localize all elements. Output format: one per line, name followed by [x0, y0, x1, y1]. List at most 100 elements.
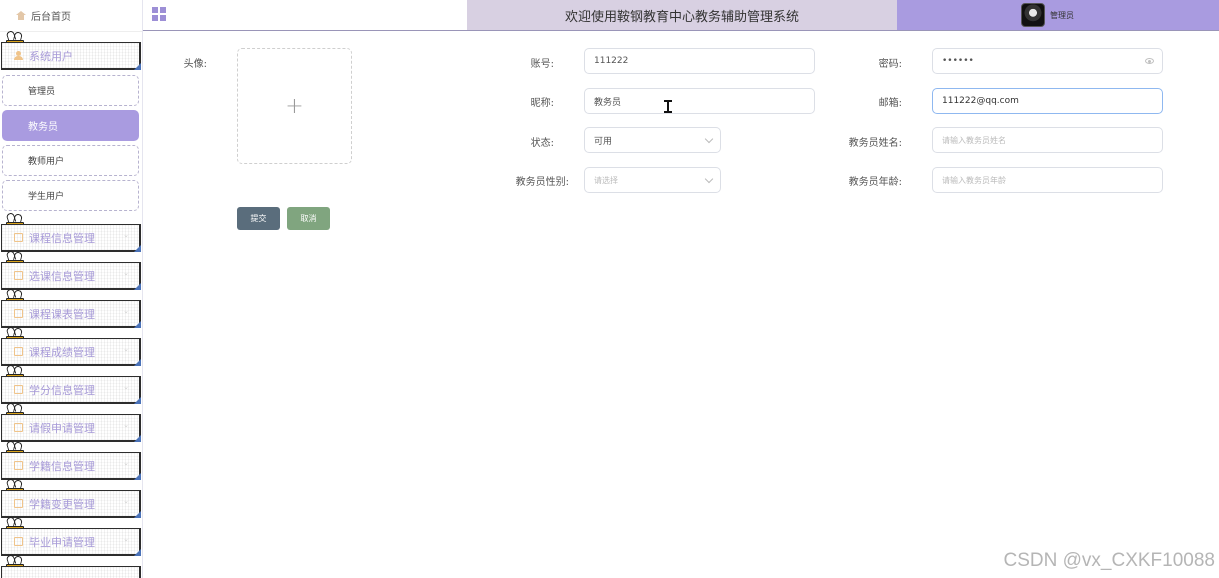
menu-label: 毕业申请管理 [29, 535, 95, 549]
password-label: 密码: [878, 59, 902, 70]
page-title: 欢迎使用鞍钢教育中心教务辅助管理系统 [564, 9, 799, 25]
password-value: •••••• [942, 56, 974, 66]
page-fold-corner [134, 245, 141, 252]
menu-label: 系统用户 [29, 49, 73, 63]
menu-icon [14, 309, 23, 318]
chevron-down-icon: ⌄ [123, 459, 129, 467]
chevron-down-icon: ⌄ [123, 231, 129, 239]
menu-student-status[interactable]: 学籍信息管理 ⌄ [1, 452, 141, 480]
chevron-down-icon: ⌄ [123, 383, 129, 391]
status-value: 可用 [594, 136, 613, 147]
password-input[interactable]: •••••• [932, 48, 1163, 74]
chevron-down-icon: ⌄ [123, 421, 129, 429]
sidebar-item-academic-staff[interactable]: 教务员 [2, 110, 139, 141]
menu-course-schedule[interactable]: 课程课表管理 ⌄ [1, 300, 141, 328]
menu-label: 学分信息管理 [29, 383, 95, 397]
sidebar-home[interactable]: 后台首页 [0, 0, 142, 32]
menu-label: 课程课表管理 [29, 307, 95, 321]
email-input[interactable]: 111222@qq.com [932, 88, 1163, 114]
cancel-button[interactable]: 取消 [287, 207, 330, 230]
avatar [1021, 3, 1045, 27]
menu-icon [14, 461, 23, 470]
menu-partial[interactable] [1, 566, 141, 578]
chevron-down-icon: ⌄ [123, 497, 129, 505]
gender-select[interactable]: 请选择 [584, 167, 721, 193]
sidebar-item-student-users[interactable]: 学生用户 [2, 180, 139, 211]
sidebar-item-admin[interactable]: 管理员 [2, 75, 139, 106]
menu-course-selection[interactable]: 选课信息管理 ⌄ [1, 262, 141, 290]
sidebar-item-label: 学生用户 [28, 192, 65, 202]
chevron-down-icon: ⌄ [123, 345, 129, 353]
gender-placeholder: 请选择 [594, 175, 618, 185]
user-icon [14, 51, 23, 60]
email-label: 邮箱: [878, 98, 902, 109]
menu-icon [14, 233, 23, 242]
chevron-down-icon [704, 134, 714, 144]
grid-menu-icon[interactable] [152, 7, 166, 21]
menu-label: 课程信息管理 [29, 231, 95, 245]
account-label: 账号: [530, 59, 554, 70]
nickname-label: 昵称: [530, 98, 554, 109]
menu-icon [14, 271, 23, 280]
menu-icon [14, 347, 23, 356]
sidebar: 后台首页 系统用户 管理员 教务员 教师用户 学生用户 课程信息管理 ⌄ 选课信息… [0, 0, 143, 578]
page-fold-corner [134, 321, 141, 328]
sidebar-item-label: 管理员 [28, 87, 56, 97]
email-value: 111222@qq.com [942, 96, 1019, 106]
gender-label: 教务员性别: [515, 177, 569, 188]
name-input[interactable]: 请输入教务员姓名 [932, 127, 1163, 153]
menu-leave-request[interactable]: 请假申请管理 ⌄ [1, 414, 141, 442]
status-select[interactable]: 可用 [584, 127, 721, 153]
sidebar-item-label: 教师用户 [28, 157, 65, 167]
menu-icon [14, 499, 23, 508]
plus-icon: + [285, 93, 304, 119]
page-fold-corner [134, 283, 141, 290]
avatar-uploader[interactable]: + [237, 48, 352, 164]
page-fold-corner [134, 359, 141, 366]
age-input[interactable]: 请输入教务员年龄 [932, 167, 1163, 193]
menu-course-grades[interactable]: 课程成绩管理 ⌄ [1, 338, 141, 366]
eye-icon[interactable] [1145, 58, 1154, 64]
avatar-label: 头像: [183, 59, 207, 70]
nickname-value: 教务员 [594, 97, 622, 108]
menu-status-change[interactable]: 学籍变更管理 ⌄ [1, 490, 141, 518]
menu-icon [14, 423, 23, 432]
home-icon [16, 11, 26, 20]
account-input[interactable]: 111222 [584, 48, 815, 74]
account-value: 111222 [594, 56, 629, 66]
menu-label: 学籍信息管理 [29, 459, 95, 473]
menu-label: 课程成绩管理 [29, 345, 95, 359]
submit-button[interactable]: 提交 [237, 207, 280, 230]
system-title-banner: 欢迎使用鞍钢教育中心教务辅助管理系统 [467, 0, 897, 30]
menu-credit-info[interactable]: 学分信息管理 ⌄ [1, 376, 141, 404]
menu-course-info[interactable]: 课程信息管理 ⌄ [1, 224, 141, 252]
page-fold-corner [134, 473, 141, 480]
chevron-down-icon: ⌄ [123, 269, 129, 277]
page-fold-corner [134, 397, 141, 404]
menu-label: 选课信息管理 [29, 269, 95, 283]
name-placeholder: 请输入教务员姓名 [942, 135, 1006, 145]
sidebar-item-label: 教务员 [28, 122, 58, 133]
status-label: 状态: [530, 138, 554, 149]
menu-icon [14, 537, 23, 546]
user-name: 管理员 [1050, 10, 1074, 20]
page-fold-corner [134, 549, 141, 556]
chevron-down-icon: ⌄ [123, 307, 129, 315]
age-placeholder: 请输入教务员年龄 [942, 175, 1006, 185]
page-fold-corner [134, 435, 141, 442]
page-fold-corner [134, 511, 141, 518]
sidebar-item-teacher-users[interactable]: 教师用户 [2, 145, 139, 176]
menu-icon [14, 385, 23, 394]
name-label: 教务员姓名: [848, 138, 902, 149]
user-menu[interactable]: 管理员 [897, 0, 1219, 30]
menu-label: 请假申请管理 [29, 421, 95, 435]
sidebar-home-label: 后台首页 [31, 12, 71, 23]
watermark: CSDN @vx_CXKF10088 [1003, 550, 1215, 571]
menu-graduation-request[interactable]: 毕业申请管理 ⌄ [1, 528, 141, 556]
chevron-down-icon [704, 174, 714, 184]
top-bar: 欢迎使用鞍钢教育中心教务辅助管理系统 管理员 [143, 0, 1219, 31]
nickname-input[interactable]: 教务员 [584, 88, 815, 114]
menu-system-users[interactable]: 系统用户 [1, 42, 141, 70]
age-label: 教务员年龄: [848, 177, 902, 188]
menu-label: 学籍变更管理 [29, 497, 95, 511]
